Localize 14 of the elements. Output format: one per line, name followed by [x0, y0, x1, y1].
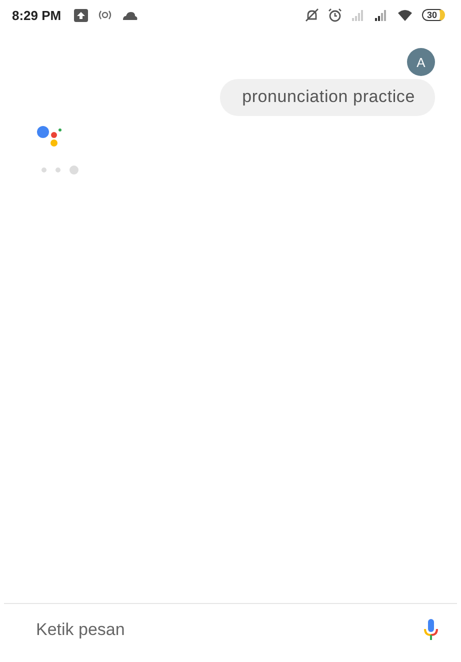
alarm-icon: [328, 8, 342, 22]
battery-level: 30: [422, 9, 445, 21]
signal-icon: [350, 10, 365, 20]
cloud-icon: [122, 10, 138, 20]
wifi-icon: [396, 9, 413, 21]
user-message: pronunciation practice: [220, 79, 435, 116]
notification-off-icon: [304, 8, 319, 22]
message-input-field[interactable]: Ketik pesan: [36, 620, 423, 640]
signal-icon: [374, 10, 388, 20]
user-avatar: A: [407, 48, 435, 76]
status-time: 8:29 PM: [12, 8, 62, 22]
microphone-icon[interactable]: [423, 618, 439, 642]
upload-icon: [74, 8, 88, 22]
hotspot-icon: [97, 10, 114, 20]
